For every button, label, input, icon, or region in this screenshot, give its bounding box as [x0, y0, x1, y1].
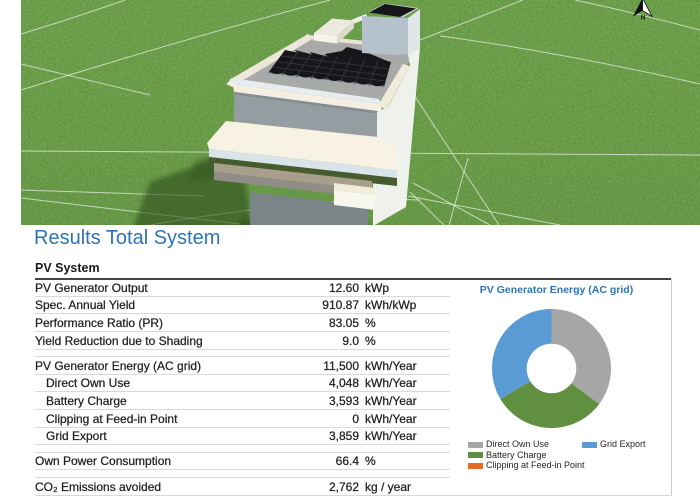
svg-text:N: N: [641, 15, 646, 22]
